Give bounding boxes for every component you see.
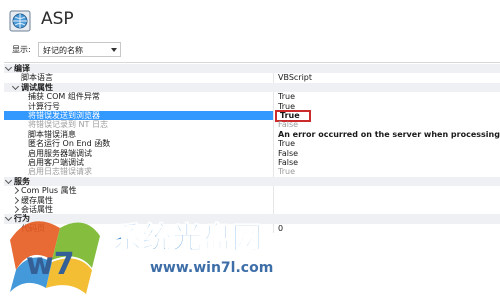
property-name: 行为 xyxy=(4,214,274,223)
property-row[interactable]: 代码页 0 xyxy=(4,223,500,234)
property-grid: 编译 脚本语言 VBScript 调试属性 捕获 COM 组件异常 True 计算行号 Tru… xyxy=(4,62,500,298)
property-name: 缓存属性 xyxy=(4,195,274,205)
toolbar: 显示: 好记的名称 xyxy=(0,40,500,60)
property-value[interactable]: True xyxy=(278,92,295,101)
property-name: 将错误记录到 NT 日志 xyxy=(4,120,274,130)
property-name-text: Com Plus 属性 xyxy=(21,186,77,196)
property-name-text: 启用客户端调试 xyxy=(28,158,84,167)
property-name: 会话属性 xyxy=(4,205,274,215)
expand-icon[interactable] xyxy=(11,196,20,204)
property-name: 调试属性 xyxy=(4,82,274,92)
property-name: 代码页 xyxy=(4,223,274,234)
property-name-text: 捕获 COM 组件异常 xyxy=(28,92,100,102)
page-title: ASP xyxy=(41,9,74,29)
property-name-text: 行为 xyxy=(14,214,30,224)
property-value[interactable]: False xyxy=(278,149,298,158)
property-name: 服务 xyxy=(4,176,274,186)
collapse-icon[interactable] xyxy=(4,214,13,222)
property-name: 脚本语言 xyxy=(4,73,274,83)
property-row[interactable]: 缓存属性 xyxy=(4,195,500,205)
property-name-text: 调试属性 xyxy=(21,82,53,92)
property-row[interactable]: 启用日志错误请求 True xyxy=(4,167,500,177)
property-name: 计算行号 xyxy=(4,101,274,111)
property-name-text: 会话属性 xyxy=(21,205,53,214)
display-mode-select[interactable]: 好记的名称 xyxy=(38,42,121,57)
display-mode-value: 好记的名称 xyxy=(43,46,83,55)
collapse-icon[interactable] xyxy=(4,64,13,72)
property-name: 启用客户端调试 xyxy=(4,158,274,168)
category-row[interactable]: 编译 xyxy=(4,64,500,74)
property-name-text: 脚本错误消息 xyxy=(28,129,76,139)
property-row[interactable]: 会话属性 xyxy=(4,205,500,215)
property-name-text: 将错误记录到 NT 日志 xyxy=(28,120,108,130)
property-value[interactable]: True xyxy=(278,139,295,148)
header: ASP xyxy=(0,0,500,40)
property-name-text: 将错误发送到浏览器 xyxy=(28,111,100,120)
property-name: 脚本错误消息 xyxy=(4,129,274,140)
property-name: 匿名运行 On End 函数 xyxy=(4,139,274,149)
property-name-text: 脚本语言 xyxy=(21,73,53,83)
property-value[interactable]: False xyxy=(278,120,298,129)
property-row[interactable]: 捕获 COM 组件异常 True xyxy=(4,92,500,102)
property-row[interactable]: Com Plus 属性 xyxy=(4,186,500,196)
property-row[interactable]: 脚本错误消息 An error occurred on the server wh… xyxy=(4,129,500,140)
expand-icon[interactable] xyxy=(11,205,20,214)
property-name: 将错误发送到浏览器 xyxy=(4,111,274,121)
property-name: 启用日志错误请求 xyxy=(4,167,274,177)
property-row[interactable]: 启用服务器端调试 False xyxy=(4,148,500,158)
property-value[interactable]: VBScript xyxy=(278,73,312,82)
chevron-down-icon xyxy=(111,48,117,52)
property-name-text: 缓存属性 xyxy=(21,195,53,205)
property-row[interactable]: 启用客户端调试 False xyxy=(4,158,500,168)
category-row[interactable]: 行为 xyxy=(4,214,500,224)
expand-icon[interactable] xyxy=(11,187,20,195)
category-row[interactable]: 调试属性 xyxy=(4,82,500,93)
property-value[interactable]: An error occurred on the server when pro… xyxy=(278,130,500,139)
property-name-text: 服务 xyxy=(14,176,30,186)
property-name-text: 启用日志错误请求 xyxy=(28,167,92,177)
property-value[interactable]: True xyxy=(278,167,295,176)
collapse-icon[interactable] xyxy=(11,82,20,90)
property-name-text: 代码页 xyxy=(21,223,45,233)
property-name: 捕获 COM 组件异常 xyxy=(4,92,274,102)
property-name-text: 匿名运行 On End 函数 xyxy=(28,139,111,149)
property-name-text: 启用服务器端调试 xyxy=(28,148,92,158)
property-name: 启用服务器端调试 xyxy=(4,148,274,158)
property-name: Com Plus 属性 xyxy=(4,186,274,196)
category-row[interactable]: 服务 xyxy=(4,176,500,187)
property-name: 编译 xyxy=(4,64,274,73)
property-row[interactable]: 将错误发送到浏览器 True xyxy=(4,110,500,122)
property-row[interactable]: 匿名运行 On End 函数 True xyxy=(4,139,500,149)
property-name-text: 计算行号 xyxy=(28,101,60,111)
property-name-text: 编译 xyxy=(14,64,30,73)
display-label: 显示: xyxy=(12,45,31,54)
asp-globe-icon xyxy=(9,10,31,32)
collapse-icon[interactable] xyxy=(4,176,13,184)
property-row[interactable]: 计算行号 True xyxy=(4,101,500,111)
property-row[interactable]: 将错误记录到 NT 日志 False xyxy=(4,120,500,130)
property-value[interactable]: False xyxy=(278,158,298,167)
property-value[interactable]: 0 xyxy=(278,224,283,233)
property-row[interactable]: 脚本语言 VBScript xyxy=(4,73,500,83)
